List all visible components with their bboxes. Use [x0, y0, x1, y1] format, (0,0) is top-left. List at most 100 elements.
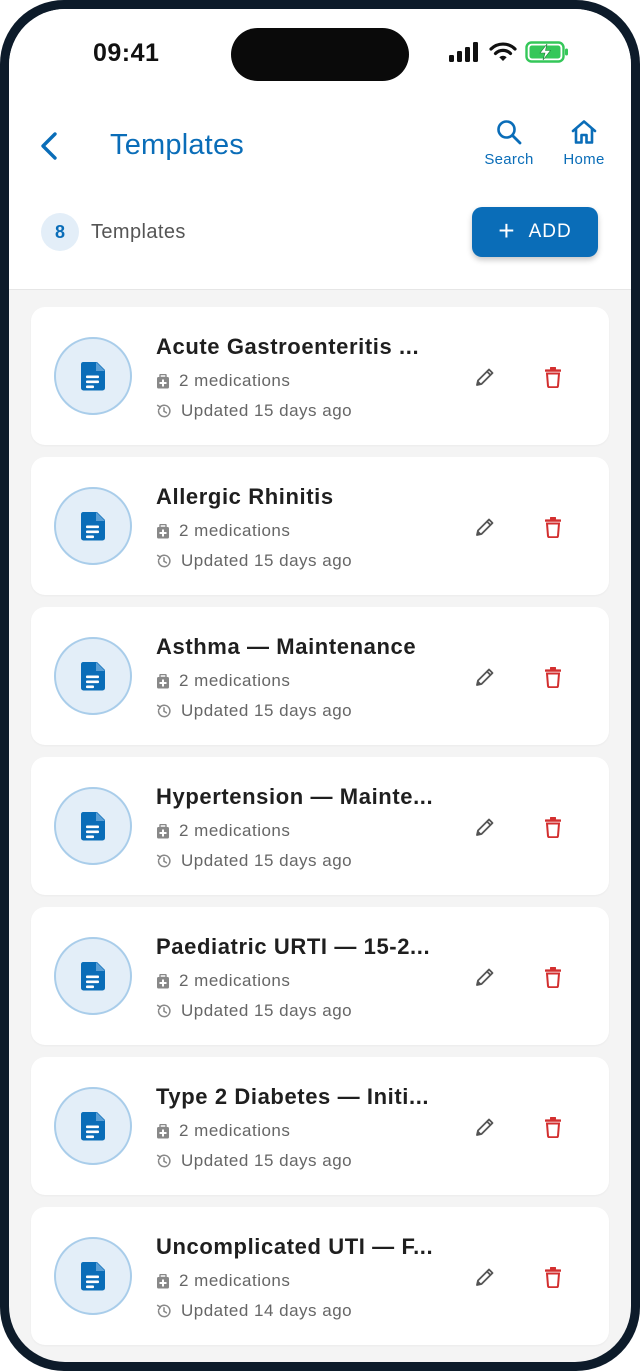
medications-count: 2 medications: [179, 1271, 291, 1290]
app-header: Templates Search Home: [9, 99, 631, 199]
document-icon: [80, 1112, 105, 1141]
template-title: Allergic Rhinitis: [156, 484, 334, 509]
template-medications: 2 medications: [156, 671, 290, 691]
pencil-icon: [476, 818, 494, 836]
pencil-icon: [476, 1268, 494, 1286]
template-medications: 2 medications: [156, 1271, 290, 1291]
pencil-icon: [476, 368, 494, 386]
template-updated: Updated 15 days ago: [156, 551, 352, 571]
search-button[interactable]: Search: [474, 119, 544, 168]
template-updated: Updated 15 days ago: [156, 1151, 352, 1171]
template-avatar: [54, 787, 132, 865]
pencil-icon: [476, 1118, 494, 1136]
template-avatar: [54, 487, 132, 565]
search-label: Search: [484, 151, 534, 168]
template-title: Type 2 Diabetes — Initi...: [156, 1084, 430, 1109]
template-title: Asthma — Maintenance: [156, 634, 417, 659]
template-avatar: [54, 1237, 132, 1315]
template-card[interactable]: Uncomplicated UTI — F... 2 medications U…: [31, 1207, 609, 1345]
app-screen: 09:41 Templates Search Home 8 Templates …: [9, 9, 631, 1362]
template-updated: Updated 15 days ago: [156, 701, 352, 721]
template-updated: Updated 15 days ago: [156, 851, 352, 871]
delete-template-button[interactable]: [539, 363, 567, 391]
edit-template-button[interactable]: [471, 513, 499, 541]
template-card[interactable]: Asthma — Maintenance 2 medications Updat…: [31, 607, 609, 745]
trash-icon: [545, 367, 561, 388]
delete-template-button[interactable]: [539, 1263, 567, 1291]
template-card[interactable]: Paediatric URTI — 15-2... 2 medications …: [31, 907, 609, 1045]
delete-template-button[interactable]: [539, 813, 567, 841]
delete-template-button[interactable]: [539, 1113, 567, 1141]
history-icon: [156, 404, 171, 418]
template-card[interactable]: Allergic Rhinitis 2 medications Updated …: [31, 457, 609, 595]
edit-template-button[interactable]: [471, 963, 499, 991]
delete-template-button[interactable]: [539, 963, 567, 991]
template-medications: 2 medications: [156, 971, 290, 991]
search-icon: [497, 120, 522, 145]
pencil-icon: [476, 968, 494, 986]
template-card[interactable]: Type 2 Diabetes — Initi... 2 medications…: [31, 1057, 609, 1195]
updated-text: Updated 15 days ago: [181, 401, 353, 420]
edit-template-button[interactable]: [471, 1263, 499, 1291]
template-card[interactable]: Hypertension — Mainte... 2 medications U…: [31, 757, 609, 895]
home-icon: [571, 120, 597, 144]
chevron-left-icon: [41, 132, 57, 160]
updated-text: Updated 15 days ago: [181, 851, 353, 870]
phone-frame: 09:41 Templates Search Home 8 Templates …: [0, 0, 640, 1371]
medical-kit-icon: [157, 823, 169, 838]
dynamic-island: [231, 28, 409, 81]
cellular-signal-icon: [449, 41, 481, 67]
history-icon: [156, 1154, 171, 1168]
document-icon: [80, 962, 105, 991]
home-label: Home: [563, 151, 605, 168]
edit-template-button[interactable]: [471, 1113, 499, 1141]
medical-kit-icon: [157, 373, 169, 388]
document-icon: [80, 1262, 105, 1291]
history-icon: [156, 1004, 171, 1018]
template-avatar: [54, 1087, 132, 1165]
trash-icon: [545, 967, 561, 988]
medical-kit-icon: [157, 673, 169, 688]
medications-count: 2 medications: [179, 1121, 291, 1140]
status-bar: 09:41: [9, 9, 631, 99]
updated-text: Updated 14 days ago: [181, 1301, 353, 1320]
history-icon: [156, 554, 171, 568]
updated-text: Updated 15 days ago: [181, 1001, 353, 1020]
medications-count: 2 medications: [179, 521, 291, 540]
template-title: Hypertension — Mainte...: [156, 784, 434, 809]
template-title: Paediatric URTI — 15-2...: [156, 934, 431, 959]
template-count-badge: 8: [41, 213, 79, 251]
add-button-label: ADD: [528, 221, 572, 242]
updated-text: Updated 15 days ago: [181, 701, 353, 720]
wifi-icon: [489, 41, 517, 67]
edit-template-button[interactable]: [471, 363, 499, 391]
document-icon: [80, 362, 105, 391]
edit-template-button[interactable]: [471, 813, 499, 841]
add-template-button[interactable]: + ADD: [472, 207, 598, 257]
template-avatar: [54, 637, 132, 715]
back-button[interactable]: [33, 129, 65, 163]
status-time: 09:41: [93, 39, 160, 67]
medical-kit-icon: [157, 1123, 169, 1138]
home-button[interactable]: Home: [549, 119, 619, 168]
document-icon: [80, 662, 105, 691]
delete-template-button[interactable]: [539, 663, 567, 691]
medications-count: 2 medications: [179, 371, 291, 390]
medical-kit-icon: [157, 1273, 169, 1288]
template-updated: Updated 15 days ago: [156, 401, 352, 421]
template-updated: Updated 15 days ago: [156, 1001, 352, 1021]
delete-template-button[interactable]: [539, 513, 567, 541]
pencil-icon: [476, 518, 494, 536]
template-updated: Updated 14 days ago: [156, 1301, 352, 1321]
template-title: Acute Gastroenteritis ...: [156, 334, 420, 359]
template-count-label: Templates: [91, 221, 186, 243]
plus-icon: +: [498, 214, 515, 246]
template-medications: 2 medications: [156, 371, 290, 391]
updated-text: Updated 15 days ago: [181, 1151, 353, 1170]
template-avatar: [54, 937, 132, 1015]
trash-icon: [545, 517, 561, 538]
template-title: Uncomplicated UTI — F...: [156, 1234, 434, 1259]
template-card[interactable]: Acute Gastroenteritis ... 2 medications …: [31, 307, 609, 445]
template-avatar: [54, 337, 132, 415]
edit-template-button[interactable]: [471, 663, 499, 691]
